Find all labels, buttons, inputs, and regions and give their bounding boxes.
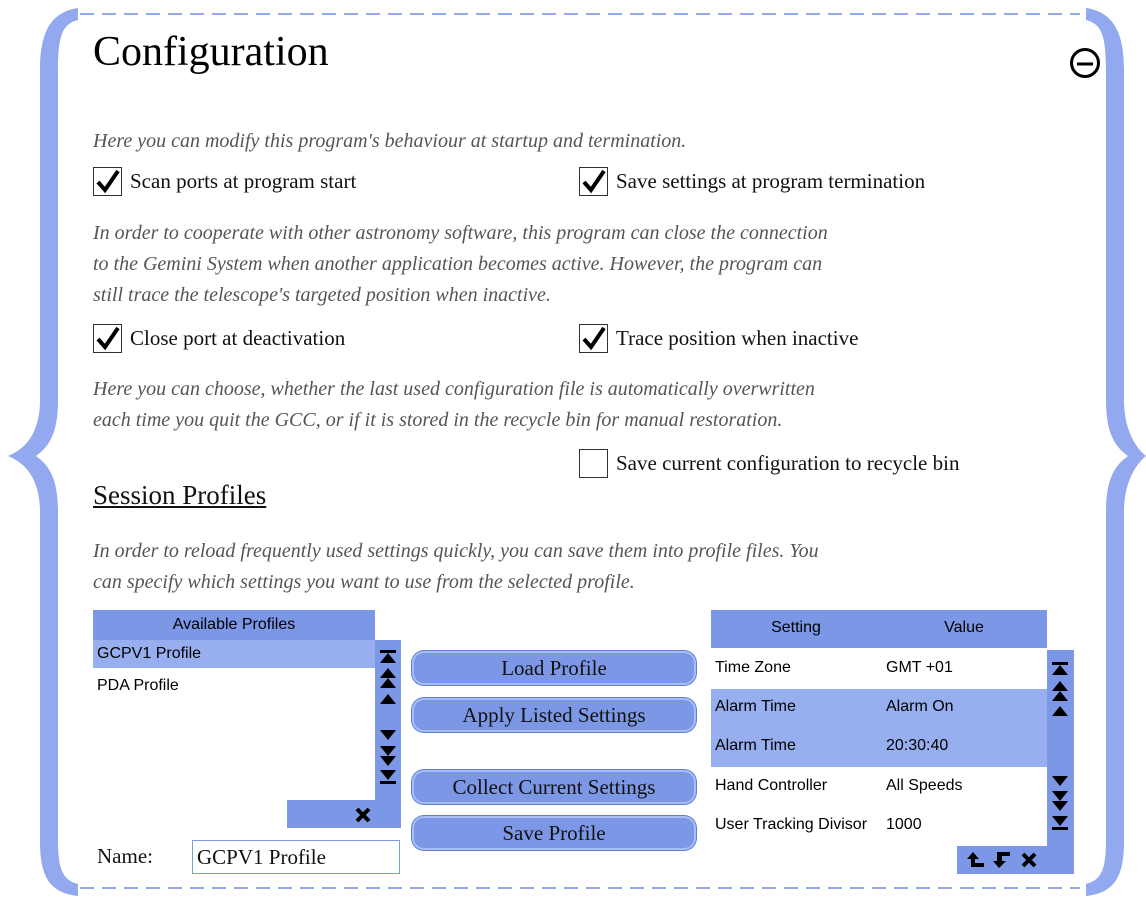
settings-row[interactable]: Alarm Time 20:30:40	[711, 727, 1047, 767]
checkbox-box[interactable]	[579, 324, 608, 353]
setting-value: All Speeds	[886, 777, 963, 794]
setting-value: GMT +01	[886, 659, 953, 676]
setting-name: Alarm Time	[715, 698, 796, 715]
setting-name: Time Zone	[715, 659, 791, 676]
apply-listed-settings-button[interactable]: Apply Listed Settings	[412, 698, 696, 732]
save-profile-button[interactable]: Save Profile	[412, 816, 696, 850]
settings-scroll-controls[interactable]	[1050, 660, 1070, 832]
profiles-header: Available Profiles	[93, 610, 375, 640]
checkbox-box[interactable]	[93, 324, 122, 353]
recycle-text-line: Here you can choose, whether the last us…	[93, 378, 815, 400]
setting-value: Alarm On	[886, 698, 954, 715]
recycle-text: Here you can choose, whether the last us…	[93, 374, 815, 436]
checkbox-label: Save settings at program termination	[616, 169, 926, 193]
recycle-text-line: each time you quit the GCC, or if it is …	[93, 409, 783, 431]
page-title: Configuration	[93, 29, 329, 75]
coop-text: In order to cooperate with other astrono…	[93, 218, 828, 311]
setting-name: Alarm Time	[715, 737, 796, 754]
profiles-scroll-controls[interactable]	[378, 648, 398, 788]
settings-header: Setting Value	[711, 610, 1047, 648]
setting-name: Hand Controller	[715, 777, 828, 794]
coop-text-line: In order to cooperate with other astrono…	[93, 222, 828, 244]
trace-position-checkbox[interactable]: Trace position when inactive	[579, 324, 858, 353]
delete-profile-icon[interactable]	[354, 806, 372, 824]
recycle-bin-checkbox[interactable]: Save current configuration to recycle bi…	[579, 449, 959, 478]
remove-setting-icon[interactable]	[1020, 851, 1038, 869]
settings-row[interactable]: Hand Controller All Speeds	[711, 768, 1047, 806]
checkbox-box[interactable]	[93, 167, 122, 196]
checkbox-label: Scan ports at program start	[130, 169, 357, 193]
profile-name-input[interactable]: GCPV1 Profile	[192, 840, 400, 874]
setting-value: 20:30:40	[886, 737, 949, 754]
save-settings-checkbox[interactable]: Save settings at program termination	[579, 167, 925, 196]
profile-item-pda[interactable]: PDA Profile	[93, 672, 375, 700]
collect-current-settings-button[interactable]: Collect Current Settings	[412, 770, 696, 804]
checkbox-label: Save current configuration to recycle bi…	[616, 451, 960, 475]
settings-row[interactable]: Time Zone GMT +01	[711, 650, 1047, 688]
settings-row[interactable]: User Tracking Divisor 1000	[711, 807, 1047, 845]
setting-column-header: Setting	[771, 619, 821, 636]
checkbox-box[interactable]	[579, 167, 608, 196]
coop-text-line: to the Gemini System when another applic…	[93, 253, 823, 275]
session-profiles-heading: Session Profiles	[93, 480, 267, 510]
collapse-icon[interactable]	[1068, 46, 1102, 80]
name-label: Name:	[97, 844, 153, 868]
load-profile-button[interactable]: Load Profile	[412, 651, 696, 685]
session-text: In order to reload frequently used setti…	[93, 536, 819, 598]
value-column-header: Value	[944, 619, 984, 636]
insert-icon[interactable]	[992, 850, 1014, 870]
coop-text-line: still trace the telescope's targeted pos…	[93, 284, 551, 306]
profiles-delete-strip	[287, 800, 401, 828]
profile-item-gcpv1[interactable]: GCPV1 Profile	[93, 640, 375, 668]
setting-value: 1000	[886, 816, 922, 833]
session-text-line: can specify which settings you want to u…	[93, 571, 635, 593]
session-text-line: In order to reload frequently used setti…	[93, 540, 819, 562]
close-port-checkbox[interactable]: Close port at deactivation	[93, 324, 345, 353]
intro-text: Here you can modify this program's behav…	[93, 130, 687, 152]
checkbox-box[interactable]	[579, 449, 608, 478]
move-up-icon[interactable]	[966, 850, 988, 870]
checkbox-label: Trace position when inactive	[616, 326, 859, 350]
checkbox-label: Close port at deactivation	[130, 326, 346, 350]
setting-name: User Tracking Divisor	[715, 816, 868, 833]
settings-row[interactable]: Alarm Time Alarm On	[711, 689, 1047, 727]
scan-ports-checkbox[interactable]: Scan ports at program start	[93, 167, 356, 196]
